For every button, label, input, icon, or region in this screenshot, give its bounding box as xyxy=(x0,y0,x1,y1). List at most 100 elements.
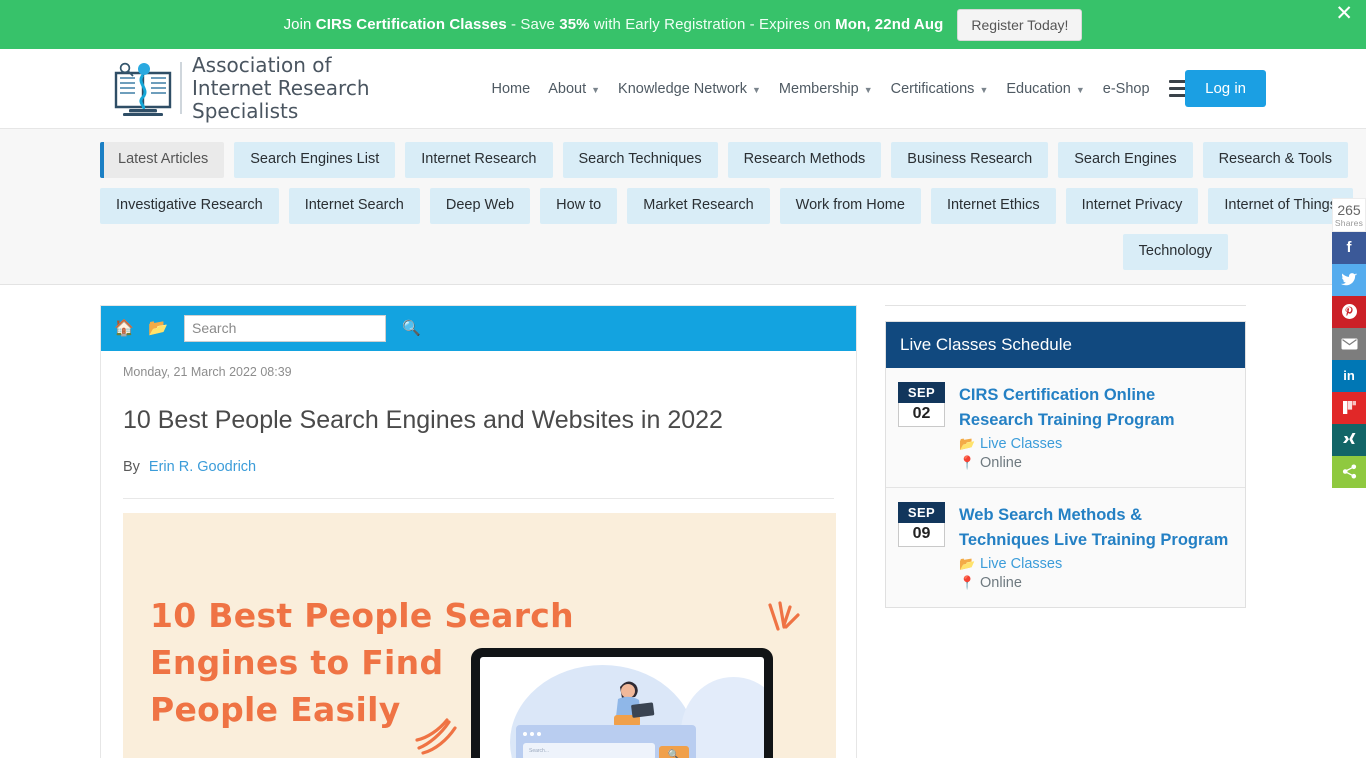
site-logo[interactable]: Association of Internet Research Special… xyxy=(112,54,370,122)
email-share-icon[interactable] xyxy=(1332,327,1366,360)
author-link[interactable]: Erin R. Goodrich xyxy=(149,459,256,475)
event-location: Online xyxy=(980,575,1022,592)
browser-dots-icon xyxy=(523,731,689,736)
promo-banner: Join CIRS Certification Classes - Save 3… xyxy=(0,0,1366,49)
mock-search-button-magnifier-icon: 🔍 xyxy=(659,745,689,758)
xing-x-icon xyxy=(1342,433,1355,445)
tag-work-from-home[interactable]: Work from Home xyxy=(779,187,921,224)
tag-internet-search[interactable]: Internet Search xyxy=(288,187,420,224)
event-date-badge: SEP 02 xyxy=(898,381,945,427)
category-tag-bar: Latest Articles Search Engines List Inte… xyxy=(0,129,1366,285)
event-category-row: 📂 Live Classes xyxy=(959,556,1233,572)
event-location-row: 📍 Online xyxy=(959,455,1233,471)
promo-prefix: Join xyxy=(283,16,316,33)
nav-item-knowledge-network[interactable]: Knowledge Network ▼ xyxy=(609,75,770,103)
tag-market-research[interactable]: Market Research xyxy=(627,187,770,224)
login-button[interactable]: Log in xyxy=(1185,70,1266,107)
flipboard-share-icon[interactable] xyxy=(1332,391,1366,424)
tag-search-techniques[interactable]: Search Techniques xyxy=(562,142,718,178)
tag-investigative-research[interactable]: Investigative Research xyxy=(100,187,279,224)
close-icon[interactable]: ✕ xyxy=(1335,3,1353,24)
tag-how-to[interactable]: How to xyxy=(540,187,618,224)
tag-row-2: Investigative Research Internet Search D… xyxy=(100,187,1353,224)
promo-bold-classes: CIRS Certification Classes xyxy=(315,16,507,33)
tag-business-research[interactable]: Business Research xyxy=(891,142,1049,178)
tag-research-methods[interactable]: Research Methods xyxy=(727,142,882,178)
tag-latest-articles[interactable]: Latest Articles xyxy=(100,142,225,178)
divider xyxy=(885,304,1246,306)
nav-item-home[interactable]: Home xyxy=(483,75,540,103)
share-nodes-icon xyxy=(1342,464,1356,479)
article-column: 🏠 📂 🔍 Monday, 21 March 2022 08:39 10 Bes… xyxy=(100,304,857,758)
nav-label-membership: Membership xyxy=(778,80,859,97)
folder-icon[interactable]: 📂 xyxy=(147,318,169,338)
event-category-link[interactable]: Live Classes xyxy=(980,436,1062,452)
register-today-button[interactable]: Register Today! xyxy=(957,8,1083,41)
tag-internet-privacy[interactable]: Internet Privacy xyxy=(1065,187,1199,224)
tag-search-engines[interactable]: Search Engines xyxy=(1058,142,1193,178)
share-count-number: 265 xyxy=(1337,202,1361,218)
tag-internet-ethics[interactable]: Internet Ethics xyxy=(930,187,1056,224)
home-icon[interactable]: 🏠 xyxy=(113,318,135,338)
xing-share-icon[interactable] xyxy=(1332,423,1366,456)
tag-row-3: Technology xyxy=(100,233,1266,270)
location-pin-icon: 📍 xyxy=(959,575,976,591)
nav-label-eshop: e-Shop xyxy=(1102,80,1150,97)
live-classes-widget: Live Classes Schedule SEP 02 CIRS Certif… xyxy=(885,320,1246,609)
list-item[interactable]: SEP 02 CIRS Certification Online Researc… xyxy=(886,368,1245,488)
nav-item-education[interactable]: Education ▼ xyxy=(997,75,1093,103)
event-title-link[interactable]: Web Search Methods & Techniques Live Tra… xyxy=(959,503,1233,553)
logo-line-1: Association of xyxy=(192,53,332,78)
nav-item-membership[interactable]: Membership ▼ xyxy=(770,75,882,103)
sidebar-column: Live Classes Schedule SEP 02 CIRS Certif… xyxy=(885,304,1246,758)
event-body: Web Search Methods & Techniques Live Tra… xyxy=(959,502,1233,591)
tag-deep-web[interactable]: Deep Web xyxy=(429,187,531,224)
nav-item-about[interactable]: About ▼ xyxy=(539,75,609,103)
page-title: 10 Best People Search Engines and Websit… xyxy=(123,405,723,434)
site-header: Association of Internet Research Special… xyxy=(0,49,1366,129)
event-title-link[interactable]: CIRS Certification Online Research Train… xyxy=(959,383,1233,433)
main-navigation: Home About ▼ Knowledge Network ▼ Members… xyxy=(483,75,1191,103)
twitter-share-icon[interactable] xyxy=(1332,263,1366,296)
event-month: SEP xyxy=(898,501,945,523)
tag-technology[interactable]: Technology xyxy=(1122,233,1228,270)
magnifier-icon[interactable]: 🔍 xyxy=(402,319,421,337)
article-toolbar: 🏠 📂 🔍 xyxy=(101,305,856,351)
event-category-link[interactable]: Live Classes xyxy=(980,556,1062,572)
linkedin-share-icon[interactable]: in xyxy=(1332,359,1366,392)
pinterest-p-icon xyxy=(1341,304,1357,320)
promo-bold-expiry: Mon, 22nd Aug xyxy=(835,16,944,33)
facebook-share-icon[interactable]: f xyxy=(1332,231,1366,264)
nav-item-eshop[interactable]: e-Shop xyxy=(1094,75,1159,103)
tag-internet-research[interactable]: Internet Research xyxy=(405,142,553,178)
promo-mid-1: - Save xyxy=(506,16,560,33)
nav-label-education: Education xyxy=(1006,80,1071,97)
folder-icon: 📂 xyxy=(959,435,976,451)
article-date: Monday, 21 March 2022 08:39 xyxy=(123,364,292,379)
chevron-down-icon: ▼ xyxy=(591,84,601,95)
tag-research-and-tools[interactable]: Research & Tools xyxy=(1202,142,1348,178)
folder-icon: 📂 xyxy=(959,556,976,572)
event-body: CIRS Certification Online Research Train… xyxy=(959,382,1233,471)
share-icon[interactable] xyxy=(1332,455,1366,488)
promo-mid-2: with Early Registration - Expires on xyxy=(589,16,836,33)
location-pin-icon: 📍 xyxy=(959,454,976,470)
tag-row-1: Latest Articles Search Engines List Inte… xyxy=(100,142,1348,178)
nav-item-certifications[interactable]: Certifications ▼ xyxy=(882,75,998,103)
mock-search-field: Search... xyxy=(523,742,655,758)
divider xyxy=(123,497,834,499)
nav-label-home: Home xyxy=(491,80,531,97)
flipboard-icon xyxy=(1342,401,1356,415)
event-category-row: 📂 Live Classes xyxy=(959,436,1233,452)
burst-decoration-icon xyxy=(768,601,800,631)
article-featured-image: 10 Best People Search Engines to Find Pe… xyxy=(123,512,836,758)
tag-search-engines-list[interactable]: Search Engines List xyxy=(234,142,396,178)
list-item[interactable]: SEP 09 Web Search Methods & Techniques L… xyxy=(886,488,1245,607)
nav-label-knowledge-network: Knowledge Network xyxy=(618,80,747,97)
pinterest-share-icon[interactable] xyxy=(1332,295,1366,328)
tablet-screen: Search... 🔍 xyxy=(480,656,764,758)
nav-label-certifications: Certifications xyxy=(890,80,975,97)
chevron-down-icon: ▼ xyxy=(1075,84,1085,95)
tablet-illustration: Search... 🔍 xyxy=(471,647,773,758)
search-input[interactable] xyxy=(184,314,386,342)
